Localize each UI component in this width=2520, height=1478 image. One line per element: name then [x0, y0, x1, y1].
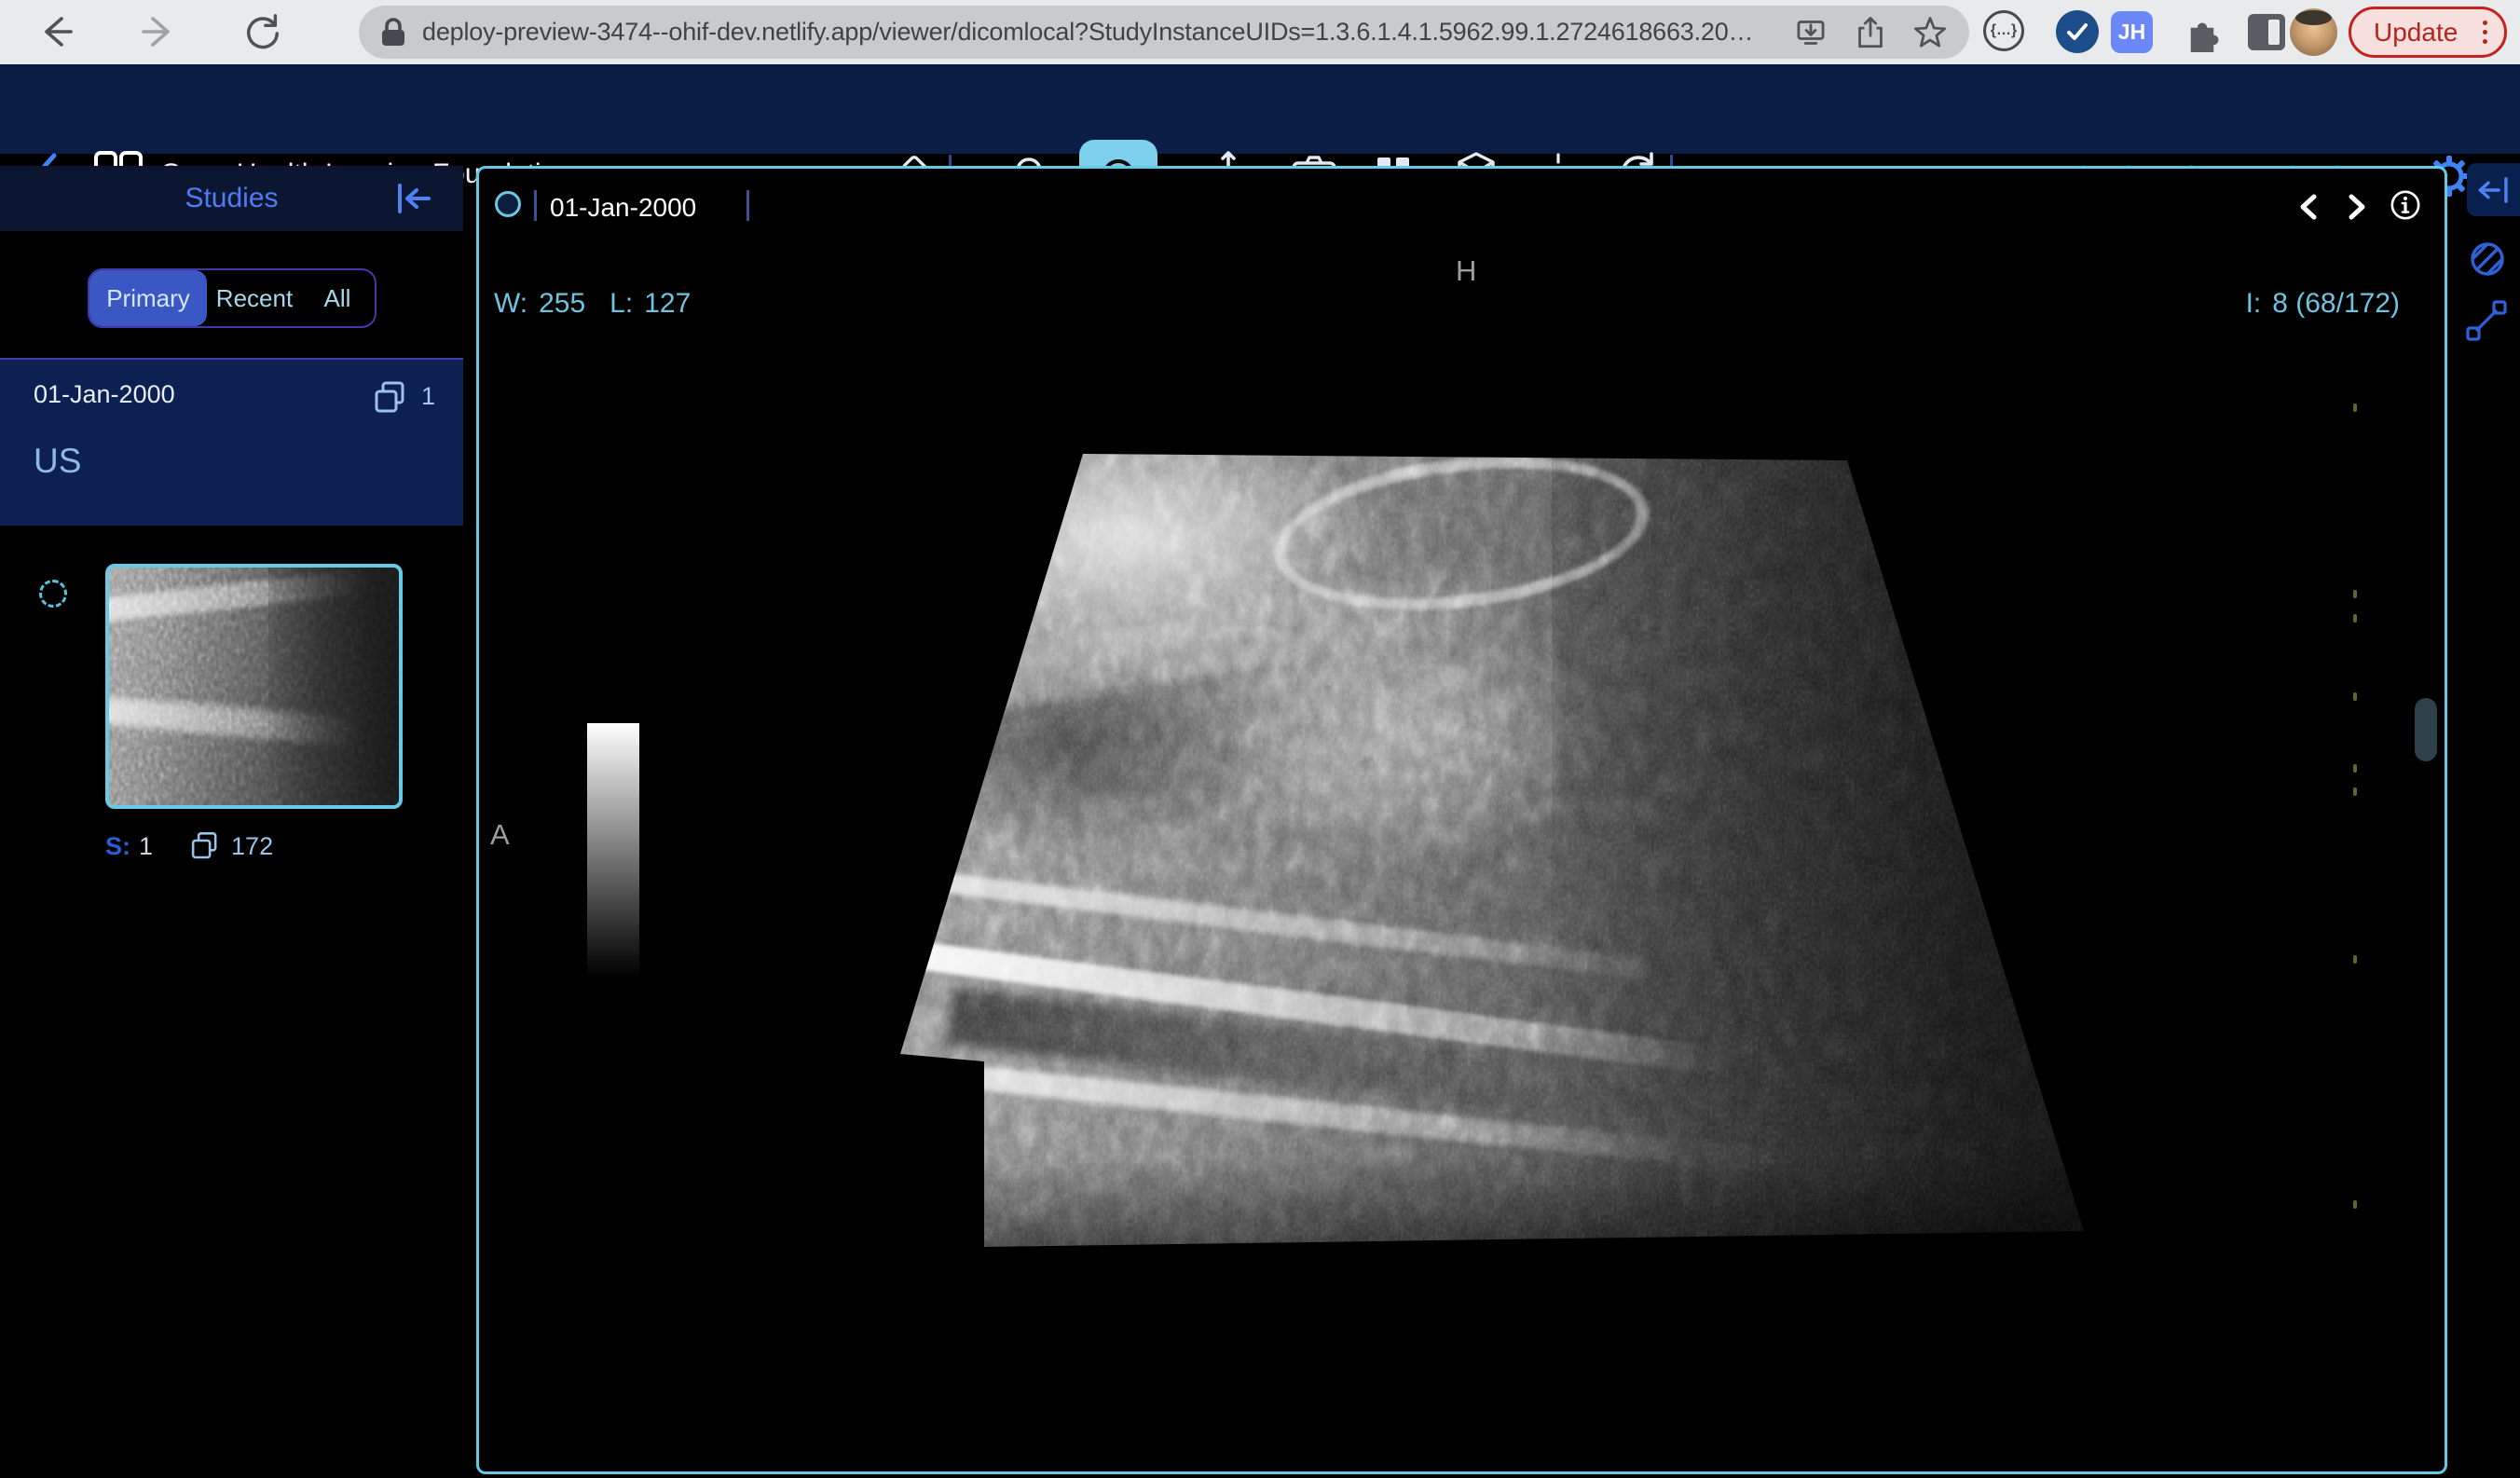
instance-count: 172 — [231, 832, 273, 861]
measure-line-icon — [2463, 297, 2510, 344]
viewport-status-circle[interactable] — [495, 191, 521, 217]
update-label: Update — [2374, 18, 2458, 48]
browser-forward-button[interactable] — [136, 9, 181, 54]
collapse-left-panel-button[interactable] — [392, 179, 435, 218]
segmentation-panel-button[interactable] — [2468, 239, 2507, 279]
depth-tick — [2353, 787, 2357, 796]
arrow-right-icon — [140, 13, 177, 50]
reload-icon — [243, 12, 282, 51]
jh-label: JH — [2118, 20, 2145, 45]
app-header: Open Health Imaging Foundation — [0, 64, 2520, 154]
side-panel-icon[interactable] — [2248, 14, 2285, 50]
info-button[interactable] — [2390, 189, 2421, 221]
depth-tick — [2353, 1200, 2357, 1209]
extension-check-icon[interactable] — [2056, 10, 2099, 53]
window-level-overlay: W: 255 L: 127 — [494, 288, 691, 320]
study-series-count: 1 — [421, 382, 435, 411]
window-label: W: — [494, 288, 527, 320]
next-series-button[interactable] — [2341, 191, 2373, 223]
extension-braces-icon[interactable]: {…} — [1983, 10, 2024, 51]
screen: deploy-preview-3474--ohif-dev.netlify.ap… — [0, 0, 2520, 1478]
series-copies-icon — [371, 378, 410, 417]
browser-reload-button[interactable] — [240, 9, 285, 54]
braces-glyph: {…} — [1991, 22, 2017, 39]
measurements-panel-button[interactable] — [2462, 296, 2511, 345]
url-text: deploy-preview-3474--ohif-dev.netlify.ap… — [422, 18, 1781, 47]
series-caption: S: 1 172 — [105, 829, 273, 863]
url-bar[interactable]: deploy-preview-3474--ohif-dev.netlify.ap… — [359, 6, 1969, 59]
orientation-marker-left: A — [490, 818, 510, 852]
share-icon[interactable] — [1854, 14, 1887, 51]
thumbnail-loading-icon — [39, 580, 67, 608]
orientation-marker-top: H — [1456, 254, 1476, 288]
check-icon — [2065, 20, 2089, 44]
study-list-item[interactable]: 01-Jan-2000 1 US — [0, 358, 463, 526]
extension-jh-badge[interactable]: JH — [2111, 11, 2153, 53]
hatched-circle-icon — [2469, 240, 2506, 278]
series-number: 1 — [139, 832, 153, 861]
study-filter-tabs: Primary Recent All — [88, 268, 377, 328]
study-date: 01-Jan-2000 — [34, 380, 175, 409]
depth-tick — [2353, 404, 2357, 412]
viewport-study-date: 01-Jan-2000 — [550, 193, 696, 223]
series-thumbnail[interactable] — [105, 564, 403, 809]
bookmark-star-icon[interactable] — [1911, 14, 1949, 51]
image-index-label: I: — [2246, 288, 2262, 320]
depth-tick — [2353, 764, 2357, 773]
ultrasound-image — [900, 454, 2084, 1247]
install-download-icon[interactable] — [1794, 16, 1828, 49]
studies-panel-title: Studies — [185, 183, 278, 214]
ultrasound-speckle-fine — [900, 454, 2084, 1247]
overlay-separator — [746, 190, 749, 221]
expand-right-panel-button[interactable] — [2467, 163, 2520, 216]
depth-tick — [2353, 955, 2357, 964]
expand-left-arrow-icon — [2476, 174, 2512, 206]
browser-back-button[interactable] — [34, 9, 78, 54]
previous-series-button[interactable] — [2293, 191, 2324, 223]
profile-avatar[interactable] — [2290, 8, 2337, 56]
level-label: L: — [609, 288, 633, 320]
tab-primary[interactable]: Primary — [89, 270, 207, 326]
update-button[interactable]: Update — [2349, 7, 2507, 58]
browser-toolbar: deploy-preview-3474--ohif-dev.netlify.ap… — [0, 0, 2520, 64]
chevron-left-icon — [2296, 192, 2321, 222]
image-viewport[interactable]: 01-Jan-2000 W: 255 L: 127 I: 8 (68/172) … — [476, 166, 2447, 1474]
instances-copies-icon — [188, 829, 222, 863]
window-value: 255 — [539, 288, 585, 320]
study-modality: US — [34, 442, 81, 481]
studies-panel-header: Studies — [0, 166, 463, 231]
arrow-left-icon — [37, 13, 75, 50]
series-label: S: — [105, 832, 130, 861]
extensions-puzzle-icon[interactable] — [2183, 13, 2222, 52]
tab-all[interactable]: All — [302, 270, 373, 326]
level-value: 127 — [644, 288, 691, 320]
image-index-overlay: I: 8 (68/172) — [2246, 288, 2400, 320]
overlay-separator — [534, 190, 537, 221]
depth-tick — [2353, 590, 2357, 598]
depth-tick — [2353, 614, 2357, 623]
thumb-noise — [109, 568, 399, 805]
lock-icon — [379, 17, 407, 48]
grayscale-reference-bar — [587, 723, 639, 978]
tab-recent[interactable]: Recent — [207, 270, 302, 326]
image-index-value: 8 (68/172) — [2272, 288, 2400, 320]
collapse-left-icon — [393, 181, 434, 216]
chevron-right-icon — [2345, 192, 2369, 222]
browser-menu-dots-icon[interactable] — [2483, 21, 2487, 44]
info-icon — [2390, 188, 2421, 222]
stack-scrollbar-thumb[interactable] — [2415, 698, 2437, 761]
depth-tick — [2353, 692, 2357, 701]
